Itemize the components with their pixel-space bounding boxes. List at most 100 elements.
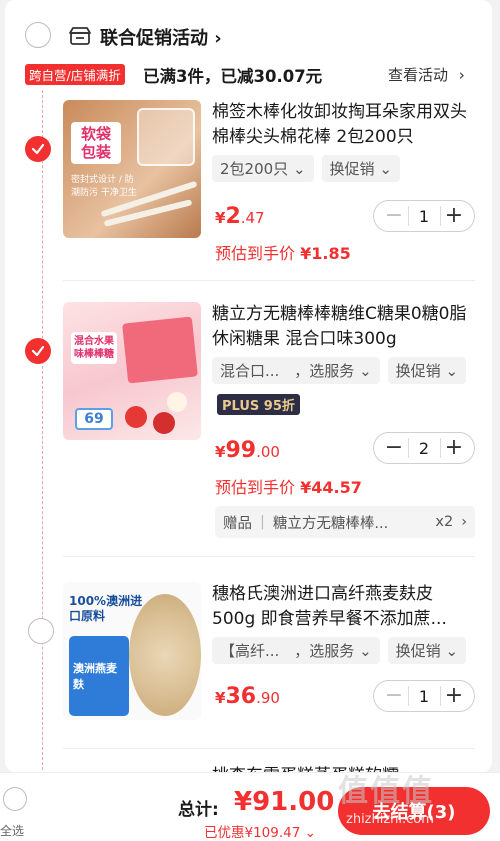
estimated-price-value: ¥1.85 — [300, 244, 351, 263]
chevron-down-icon: ⌄ — [379, 160, 392, 178]
spec-label: 混合口... ，选服务 — [220, 362, 355, 380]
store-icon — [69, 27, 91, 45]
stepper-divider — [440, 438, 441, 458]
spec-label: 2包200只 — [220, 160, 289, 178]
strawberry-graphic — [153, 412, 175, 434]
estimated-price: 预估到手价 ¥44.57 — [215, 474, 362, 498]
oat-bran-graphic — [129, 594, 201, 716]
price-currency: ¥ — [215, 689, 226, 707]
promo-tag: 跨自营/店铺满折 — [25, 64, 125, 85]
promo-group-card: 联合促销活动 › 跨自营/店铺满折 已满3件，已减30.07元 查看活动 › 软… — [5, 0, 492, 772]
checkmark-icon — [31, 143, 45, 155]
checkmark-icon — [31, 345, 45, 357]
change-promo-label: 换促销 — [395, 362, 441, 380]
product-name[interactable]: 糖立方无糖棒棒糖维C糖果0糖0脂休闲糖果 混合口味300g — [212, 302, 474, 352]
product-image-sub: 密封式设计 / 防潮防污 干净卫生 — [71, 175, 137, 198]
plus-discount-badge: PLUS 95折 — [217, 394, 300, 415]
total-label: 总计: — [178, 800, 219, 820]
quantity-stepper: − 1 + — [373, 200, 475, 232]
view-activity-link[interactable]: 查看活动 › — [388, 64, 465, 85]
stepper-divider — [440, 686, 441, 706]
estimated-price-label: 预估到手价 — [215, 478, 296, 497]
select-all-label[interactable]: 全选 — [0, 822, 24, 839]
stepper-divider — [408, 206, 409, 226]
item-price: ¥99.00 — [215, 438, 280, 463]
cotton-swab-graphic — [103, 199, 193, 227]
product-image[interactable]: 软袋包装 密封式设计 / 防潮防污 干净卫生 — [63, 100, 201, 238]
change-promo-button[interactable]: 换促销 ⌄ — [387, 637, 467, 664]
lychee-graphic — [125, 406, 147, 428]
change-promo-label: 换促销 — [329, 160, 375, 178]
chevron-down-icon: ⌄ — [445, 362, 459, 380]
gift-row[interactable]: 赠品 | 糖立方无糖棒棒... x2 › — [215, 506, 475, 538]
chevron-right-icon: › — [214, 28, 222, 49]
price-decimal: .47 — [240, 209, 265, 227]
increase-button[interactable]: + — [443, 682, 465, 710]
spec-selector[interactable]: 2包200只 ⌄ — [212, 155, 314, 182]
discount-amount: 已优惠¥109.47 — [204, 825, 301, 841]
product-name[interactable]: 穗格氏澳洲进口高纤燕麦麸皮500g 即食营养早餐不添加蔗... — [212, 582, 474, 632]
decrease-button[interactable]: − — [383, 202, 405, 230]
estimated-price-label: 预估到手价 — [215, 244, 296, 263]
promo-group-header[interactable]: 联合促销活动 › — [5, 18, 492, 54]
price-decimal: .90 — [256, 689, 280, 707]
product-box-graphic — [122, 316, 198, 384]
packaging-graphic — [137, 108, 195, 166]
product-price-sticker: 69 — [75, 408, 113, 430]
quantity-value[interactable]: 1 — [419, 207, 429, 226]
gift-label: 赠品 — [223, 515, 252, 532]
item-options: 2包200只 ⌄ 换促销 ⌄ — [212, 155, 400, 182]
product-name[interactable]: 棉签木棒化妆卸妆掏耳朵家用双头棉棒尖头棉花棒 2包200只 — [212, 100, 474, 150]
gift-separator: | — [260, 514, 265, 530]
chevron-right-icon: › — [461, 514, 467, 530]
increase-button[interactable]: + — [443, 202, 465, 230]
price-currency: ¥ — [215, 209, 226, 227]
product-image[interactable]: 混合水果味棒棒糖 69 — [63, 302, 201, 440]
select-all-checkbox[interactable] — [3, 787, 27, 811]
gift-name: 糖立方无糖棒棒... — [272, 515, 389, 532]
gift-quantity: x2 — [435, 514, 454, 530]
discount-detail-toggle[interactable]: 已优惠¥109.47 ⌄ — [204, 821, 316, 841]
promo-group-dashed-line — [42, 90, 43, 770]
promo-summary: 已满3件，已减30.07元 — [143, 67, 323, 86]
change-promo-button[interactable]: 换促销 ⌄ — [321, 155, 400, 182]
price-integer: 36 — [225, 684, 257, 709]
decrease-button[interactable]: − — [383, 682, 405, 710]
decrease-button[interactable]: − — [383, 434, 405, 462]
chevron-down-icon: ⌄ — [292, 160, 306, 178]
item-checkbox-checked[interactable] — [25, 338, 51, 364]
quantity-stepper: − 2 + — [373, 432, 475, 464]
increase-button[interactable]: + — [443, 434, 465, 462]
quantity-value[interactable]: 2 — [419, 439, 429, 458]
change-promo-button[interactable]: 换促销 ⌄ — [387, 357, 467, 384]
item-divider — [63, 556, 475, 557]
watermark-url: zhizhizhi.com — [346, 812, 434, 827]
change-promo-label: 换促销 — [395, 642, 441, 660]
product-bag-label: 澳洲燕麦麸 — [73, 662, 117, 691]
chevron-down-icon: ⌄ — [359, 642, 372, 660]
item-options: 混合口... ，选服务 ⌄ 换促销 ⌄ — [212, 357, 467, 384]
item-divider — [63, 280, 475, 281]
item-checkbox-checked[interactable] — [25, 136, 51, 162]
watermark: 值值值 — [338, 774, 434, 809]
price-integer: 99 — [225, 438, 257, 463]
price-integer: 2 — [225, 204, 241, 229]
item-price: ¥36.90 — [215, 684, 280, 709]
chevron-down-icon: ⌄ — [445, 642, 459, 660]
quantity-value[interactable]: 1 — [419, 687, 429, 706]
item-options: 【高纤... ，选服务 ⌄ 换促销 ⌄ — [212, 637, 467, 664]
spec-selector[interactable]: 混合口... ，选服务 ⌄ — [212, 357, 380, 384]
item-price: ¥2.47 — [215, 204, 265, 229]
lychee-flesh-graphic — [167, 392, 187, 412]
promo-group-title[interactable]: 联合促销活动 › — [100, 24, 222, 50]
chevron-down-icon: ⌄ — [359, 362, 372, 380]
price-currency: ¥ — [215, 443, 226, 461]
total-value: ¥91.00 — [234, 787, 335, 817]
chevron-down-icon: ⌄ — [304, 825, 316, 841]
spec-selector[interactable]: 【高纤... ，选服务 ⌄ — [212, 637, 380, 664]
product-image[interactable]: 100%澳洲进口原料 澳洲燕麦麸 — [63, 582, 201, 720]
item-checkbox[interactable] — [28, 618, 54, 644]
group-select-checkbox[interactable] — [25, 22, 51, 48]
estimated-price: 预估到手价 ¥1.85 — [215, 240, 351, 264]
chevron-right-icon: › — [458, 66, 465, 84]
